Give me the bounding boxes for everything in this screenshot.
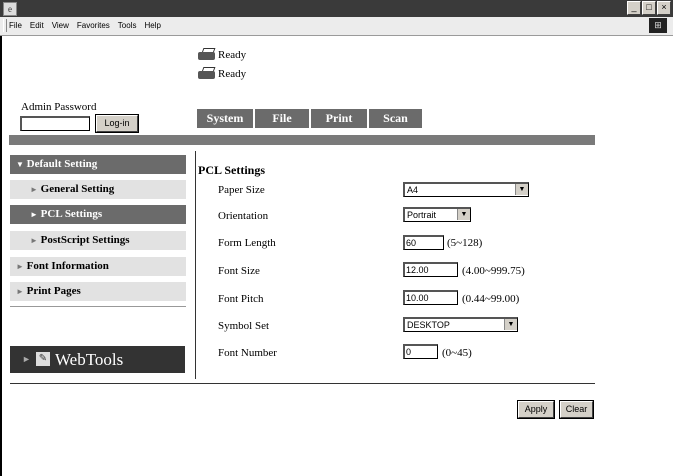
menu-file[interactable]: File <box>9 21 22 30</box>
status-line-1: Ready <box>197 48 246 61</box>
sidebar-item-default-setting[interactable]: ▼ Default Setting <box>10 155 186 174</box>
clear-button[interactable]: Clear <box>559 400 594 419</box>
page-title: PCL Settings <box>198 163 266 177</box>
toolbar-grip <box>3 19 7 32</box>
tab-system[interactable]: System <box>197 109 253 128</box>
printer-icon <box>197 67 217 80</box>
collapsed-triangle-icon: ► <box>16 262 24 271</box>
select-value: Portrait <box>407 210 437 220</box>
status-text: Ready <box>218 48 247 61</box>
expanded-triangle-icon: ▼ <box>16 160 24 169</box>
sidebar-divider <box>10 306 186 307</box>
menu-bar: File Edit View Favorites Tools Help ⊞ <box>0 17 673 36</box>
symbol-set-select[interactable]: DESKTOP ▼ <box>403 317 518 332</box>
webtools-label: WebTools <box>55 350 124 369</box>
select-value: A4 <box>407 185 419 195</box>
sidebar-item-label: Print Pages <box>26 285 81 297</box>
main-tabs: System File Print Scan <box>197 109 422 128</box>
webtools-banner[interactable]: ► ✎ WebTools <box>10 346 185 373</box>
font-number-range: (0~45) <box>442 347 472 359</box>
printer-icon <box>197 48 217 61</box>
font-number-input[interactable]: 0 <box>403 344 438 359</box>
menu-help[interactable]: Help <box>144 21 160 30</box>
chevron-down-icon: ▼ <box>504 319 517 330</box>
collapsed-triangle-icon: ► <box>30 185 38 194</box>
font-number-label: Font Number <box>218 347 277 359</box>
font-size-range: (4.00~999.75) <box>462 265 525 277</box>
sidebar-item-label: General Setting <box>40 183 115 195</box>
font-pitch-range: (0.44~99.00) <box>462 293 520 305</box>
menu-tools[interactable]: Tools <box>118 21 137 30</box>
minimize-icon[interactable]: _ <box>627 1 641 15</box>
window-controls: _ □ × <box>627 1 671 15</box>
form-length-range: (5~128) <box>447 237 483 249</box>
status-line-2: Ready <box>197 67 246 80</box>
sidebar-item-label: Font Information <box>26 260 109 272</box>
status-text: Ready <box>218 67 247 80</box>
collapsed-triangle-icon: ► <box>30 210 38 219</box>
windows-flag-icon: ⊞ <box>649 18 667 33</box>
sidebar-item-print-pages[interactable]: ► Print Pages <box>10 282 186 301</box>
orientation-select[interactable]: Portrait ▼ <box>403 207 471 222</box>
admin-password-label: Admin Password <box>21 101 97 113</box>
tab-scan[interactable]: Scan <box>369 109 422 128</box>
menu-view[interactable]: View <box>52 21 69 30</box>
webtools-logo-icon: ✎ <box>36 352 50 366</box>
font-size-label: Font Size <box>218 265 260 277</box>
sidebar-item-label: Default Setting <box>26 158 98 170</box>
tab-print[interactable]: Print <box>311 109 367 128</box>
sidebar-item-general-setting[interactable]: ► General Setting <box>10 180 186 199</box>
window-left-edge <box>0 36 2 476</box>
form-length-label: Form Length <box>218 237 276 249</box>
chevron-down-icon: ▼ <box>515 184 528 195</box>
admin-password-input[interactable] <box>20 116 90 131</box>
header-divider-band <box>9 135 595 145</box>
browser-icon: e <box>3 2 17 16</box>
maximize-icon[interactable]: □ <box>642 1 656 15</box>
select-value: DESKTOP <box>407 320 450 330</box>
sidebar-vertical-divider <box>195 151 196 379</box>
sidebar-item-label: PCL Settings <box>40 208 103 220</box>
menu-edit[interactable]: Edit <box>30 21 44 30</box>
window-titlebar: e _ □ × <box>0 0 673 17</box>
sidebar-item-font-information[interactable]: ► Font Information <box>10 257 186 276</box>
menu-favorites[interactable]: Favorites <box>77 21 110 30</box>
font-pitch-input[interactable]: 10.00 <box>403 290 458 305</box>
chevron-down-icon: ▼ <box>457 209 470 220</box>
collapsed-triangle-icon: ► <box>16 287 24 296</box>
paper-size-label: Paper Size <box>218 184 265 196</box>
paper-size-select[interactable]: A4 ▼ <box>403 182 529 197</box>
play-arrow-icon: ► <box>22 354 31 364</box>
sidebar-item-pcl-settings[interactable]: ► PCL Settings <box>10 205 186 224</box>
font-pitch-label: Font Pitch <box>218 293 264 305</box>
apply-button[interactable]: Apply <box>517 400 555 419</box>
collapsed-triangle-icon: ► <box>30 236 38 245</box>
login-button[interactable]: Log-in <box>95 114 139 133</box>
font-size-input[interactable]: 12.00 <box>403 262 458 277</box>
orientation-label: Orientation <box>218 210 269 222</box>
sidebar-item-label: PostScript Settings <box>40 234 130 246</box>
form-length-input[interactable]: 60 <box>403 235 444 250</box>
symbol-set-label: Symbol Set <box>218 320 270 332</box>
tab-file[interactable]: File <box>255 109 309 128</box>
form-bottom-divider <box>10 383 595 384</box>
close-icon[interactable]: × <box>657 1 671 15</box>
sidebar-item-postscript-settings[interactable]: ► PostScript Settings <box>10 231 186 250</box>
